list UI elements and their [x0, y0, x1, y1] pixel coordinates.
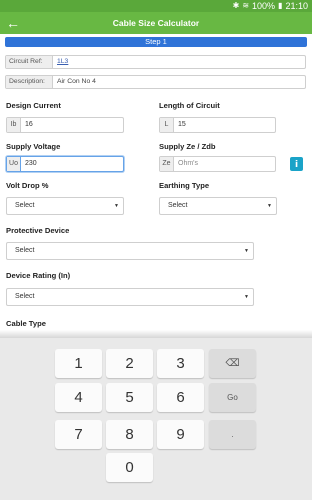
- app-bar: Cable Size Calculator ←: [0, 12, 312, 34]
- key-9[interactable]: 9: [157, 420, 204, 449]
- cable-type-title: Cable Type: [6, 319, 46, 328]
- chevron-down-icon: ▼: [244, 248, 249, 254]
- battery-icon: ▮: [278, 1, 283, 10]
- key-8[interactable]: 8: [106, 420, 153, 449]
- protective-device-select[interactable]: Select ▼: [6, 242, 254, 260]
- circuit-ref-label: Circuit Ref:: [6, 56, 53, 68]
- info-icon[interactable]: ⅰ: [290, 157, 303, 171]
- description-label: Description:: [6, 76, 53, 88]
- chevron-down-icon: ▼: [114, 203, 119, 209]
- length-title: Length of Circuit: [159, 101, 220, 110]
- status-bar: ✱ ≋ 100% ▮ 21:10: [0, 0, 312, 12]
- volt-drop-value: Select: [15, 202, 35, 209]
- supply-voltage-value[interactable]: 230: [21, 157, 123, 171]
- backspace-icon[interactable]: ⌫: [209, 349, 256, 378]
- earthing-title: Earthing Type: [159, 181, 210, 190]
- supply-ze-title: Supply Ze / Zdb: [159, 142, 216, 151]
- battery-level: 100%: [252, 1, 276, 11]
- circuit-ref-field[interactable]: Circuit Ref: 1L3: [5, 55, 306, 69]
- decimal-key[interactable]: .: [209, 420, 256, 449]
- design-current-value[interactable]: 16: [21, 118, 123, 132]
- design-current-title: Design Current: [6, 101, 61, 110]
- protective-device-value: Select: [15, 247, 35, 254]
- numeric-keypad: 1 2 3 ⌫ 4 5 6 Go 7 8 9 . 0: [0, 338, 312, 500]
- key-1[interactable]: 1: [55, 349, 102, 378]
- supply-ze-input[interactable]: Ze Ohm's: [159, 156, 276, 172]
- design-current-input[interactable]: Ib 16: [6, 117, 124, 133]
- key-7[interactable]: 7: [55, 420, 102, 449]
- chevron-down-icon: ▼: [244, 294, 249, 300]
- device-rating-select[interactable]: Select ▼: [6, 288, 254, 306]
- key-4[interactable]: 4: [55, 383, 102, 412]
- volt-drop-title: Volt Drop %: [6, 181, 49, 190]
- device-rating-value: Select: [15, 293, 35, 300]
- length-prefix: L: [160, 118, 174, 132]
- bluetooth-icon: ✱: [232, 1, 240, 10]
- key-6[interactable]: 6: [157, 383, 204, 412]
- go-button[interactable]: Go: [209, 383, 256, 412]
- keyboard-shadow: [0, 330, 312, 338]
- key-3[interactable]: 3: [157, 349, 204, 378]
- back-arrow-icon[interactable]: ←: [5, 15, 21, 31]
- supply-ze-prefix: Ze: [160, 157, 174, 171]
- wifi-icon: ≋: [242, 1, 250, 10]
- key-5[interactable]: 5: [106, 383, 153, 412]
- description-value[interactable]: Air Con No 4: [53, 76, 305, 88]
- supply-voltage-title: Supply Voltage: [6, 142, 61, 151]
- length-input[interactable]: L 15: [159, 117, 276, 133]
- device-rating-title: Device Rating (In): [6, 271, 71, 280]
- circuit-ref-value[interactable]: 1L3: [53, 56, 305, 68]
- protective-device-title: Protective Device: [6, 226, 70, 235]
- length-value[interactable]: 15: [174, 118, 275, 132]
- earthing-select[interactable]: Select ▼: [159, 197, 277, 215]
- chevron-down-icon: ▼: [267, 203, 272, 209]
- volt-drop-select[interactable]: Select ▼: [6, 197, 124, 215]
- clock: 21:10: [285, 1, 308, 11]
- supply-ze-value[interactable]: Ohm's: [174, 157, 275, 171]
- supply-voltage-input[interactable]: Uo 230: [6, 156, 124, 172]
- app-title: Cable Size Calculator: [112, 18, 200, 28]
- design-current-prefix: Ib: [7, 118, 21, 132]
- description-field[interactable]: Description: Air Con No 4: [5, 75, 306, 89]
- key-0[interactable]: 0: [106, 453, 153, 482]
- supply-voltage-prefix: Uo: [7, 157, 21, 171]
- key-2[interactable]: 2: [106, 349, 153, 378]
- step-indicator: Step 1: [5, 37, 307, 47]
- earthing-value: Select: [168, 202, 188, 209]
